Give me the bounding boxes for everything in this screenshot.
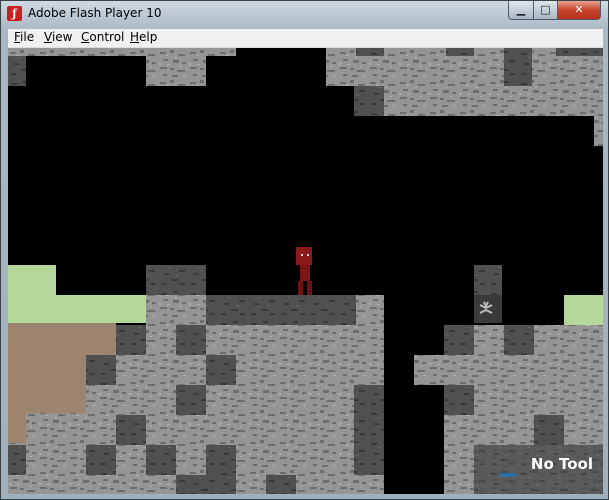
current-tool-label: No Tool [530, 455, 593, 473]
flash-icon: ƒ [7, 6, 22, 21]
minimize-button[interactable]: ▁ [508, 1, 534, 20]
menu-bar: File View Control Help [8, 29, 603, 48]
title-bar[interactable]: ƒ Adobe Flash Player 10 ▁ □ ✕ [1, 1, 608, 27]
close-icon: ✕ [574, 3, 584, 16]
game-canvas[interactable]: No Tool [8, 48, 603, 494]
menu-control[interactable]: Control [81, 30, 124, 44]
menu-help[interactable]: Help [130, 30, 157, 44]
menu-view[interactable]: View [44, 30, 72, 44]
game-world [8, 48, 603, 494]
maximize-icon: □ [540, 3, 551, 16]
menu-file[interactable]: File [14, 30, 34, 44]
close-button[interactable]: ✕ [557, 1, 601, 20]
minimize-icon: ▁ [516, 3, 526, 16]
tool-slot-indicator [500, 473, 516, 477]
window-title: Adobe Flash Player 10 [28, 6, 162, 20]
maximize-button[interactable]: □ [533, 1, 558, 20]
app-window: ƒ Adobe Flash Player 10 ▁ □ ✕ File View … [0, 0, 609, 500]
